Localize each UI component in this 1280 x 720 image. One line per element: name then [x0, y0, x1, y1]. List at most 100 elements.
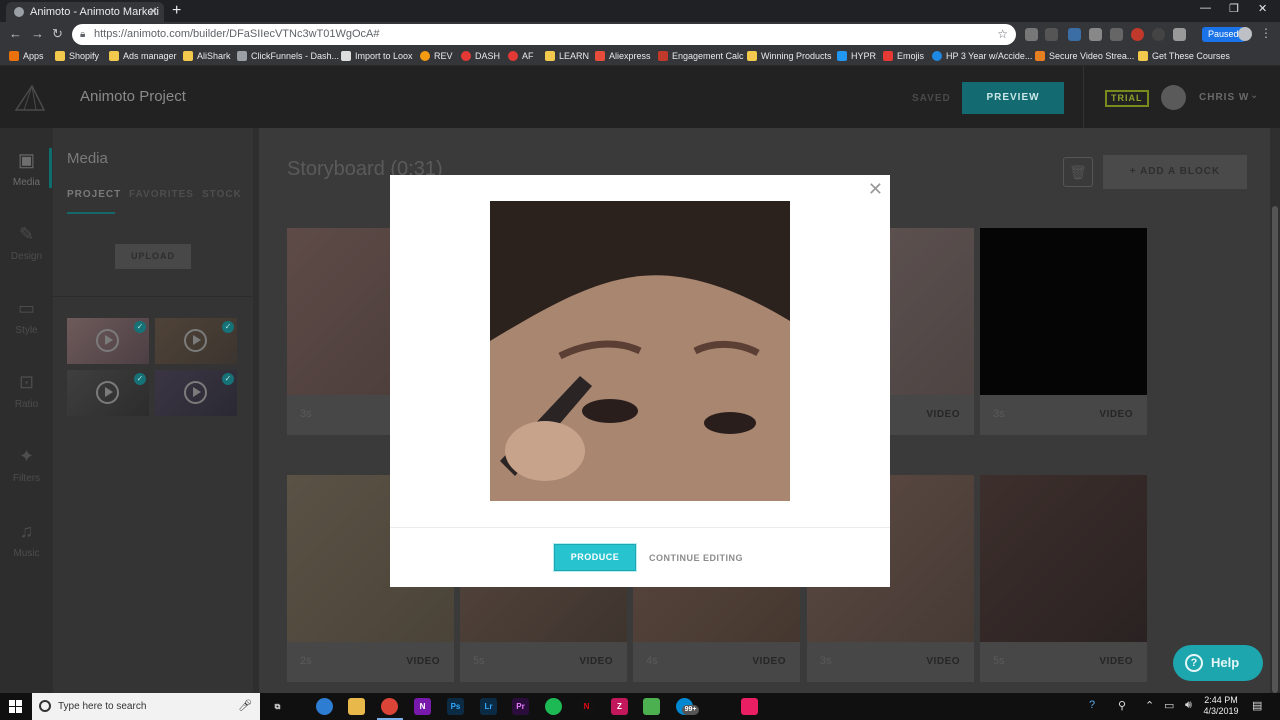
rail-item-music[interactable]: ♫ Music: [0, 521, 53, 581]
browser-menu-icon[interactable]: ⋮: [1260, 26, 1272, 40]
address-bar[interactable]: 🔒︎ https://animoto.com/builder/DFaSIIecV…: [72, 24, 1016, 45]
help-button[interactable]: ? Help: [1173, 645, 1263, 681]
upload-button[interactable]: UPLOAD: [115, 244, 191, 269]
app-icon[interactable]: [643, 698, 660, 715]
rail-item-ratio[interactable]: ⊡ Ratio: [0, 372, 53, 432]
app-icon[interactable]: [316, 698, 333, 715]
media-thumbnail[interactable]: ✓: [155, 370, 237, 416]
user-name[interactable]: CHRIS W: [1199, 92, 1249, 103]
rail-label: Design: [10, 251, 43, 262]
chevron-up-icon[interactable]: ⌃: [1145, 699, 1154, 712]
minimize-icon[interactable]: —: [1200, 2, 1211, 14]
rail-item-design[interactable]: ✎ Design: [0, 224, 53, 284]
bookmark-item[interactable]: Secure Video Strea...: [1035, 50, 1134, 63]
onenote-icon[interactable]: N: [414, 698, 431, 715]
bookmark-item[interactable]: ClickFunnels - Dash...: [237, 50, 339, 63]
tab-stock[interactable]: STOCK: [202, 189, 242, 200]
people-icon[interactable]: ⚲: [1118, 699, 1126, 712]
bookmark-item[interactable]: REV: [420, 50, 453, 63]
tab-favorites[interactable]: FAVORITES: [129, 189, 194, 200]
storyboard-block[interactable]: 5s VIDEO: [980, 475, 1147, 682]
close-icon[interactable]: ✕: [868, 179, 883, 200]
extension-icon[interactable]: [1110, 28, 1123, 41]
media-thumbnail[interactable]: ✓: [67, 318, 149, 364]
notification-count-badge: 99+: [682, 705, 699, 715]
bookmark-item[interactable]: Ads manager: [109, 50, 177, 63]
back-icon[interactable]: ←: [9, 26, 22, 41]
bookmark-item[interactable]: HYPR: [837, 50, 876, 63]
forward-icon[interactable]: →: [31, 26, 44, 41]
trash-icon[interactable]: 🗑︎: [1063, 157, 1093, 187]
storyboard-block[interactable]: 3s VIDEO: [980, 228, 1147, 435]
extension-icon[interactable]: [1131, 28, 1144, 41]
bookmark-item[interactable]: HP 3 Year w/Accide...: [932, 50, 1032, 63]
avatar[interactable]: [1161, 85, 1186, 110]
bookmark-item[interactable]: Aliexpress: [595, 50, 651, 63]
extension-icon[interactable]: [1089, 28, 1102, 41]
file-explorer-icon[interactable]: [348, 698, 365, 715]
battery-icon[interactable]: ▭: [1164, 699, 1174, 712]
scrollbar-thumb[interactable]: [1272, 206, 1278, 693]
tab-close-icon[interactable]: ✕: [149, 2, 158, 22]
bookmark-item[interactable]: AF: [508, 50, 534, 63]
new-tab-icon[interactable]: +: [172, 2, 181, 20]
media-thumbnail[interactable]: ✓: [67, 370, 149, 416]
preview-button[interactable]: PREVIEW: [962, 82, 1064, 114]
windows-taskbar: Type here to search 🎤︎ ⧉ N Ps Lr Pr N Z …: [0, 693, 1280, 720]
task-view-icon[interactable]: ⧉: [269, 698, 286, 715]
bookmark-star-icon[interactable]: ☆: [997, 24, 1008, 45]
bookmark-item[interactable]: Emojis: [883, 50, 924, 63]
taskbar-search-input[interactable]: Type here to search 🎤︎: [32, 693, 260, 720]
project-title[interactable]: Animoto Project: [80, 88, 186, 105]
app-icon[interactable]: [741, 698, 758, 715]
chevron-down-icon[interactable]: ⌄: [1250, 90, 1258, 101]
bookmark-item[interactable]: Shopify: [55, 50, 99, 63]
produce-button[interactable]: PRODUCE: [554, 544, 636, 571]
video-preview[interactable]: [490, 201, 790, 501]
photoshop-icon[interactable]: Ps: [447, 698, 464, 715]
premiere-icon[interactable]: Pr: [512, 698, 529, 715]
media-thumbnail[interactable]: ✓: [155, 318, 237, 364]
extension-icon[interactable]: [1068, 28, 1081, 41]
maximize-icon[interactable]: ❐: [1229, 2, 1239, 15]
app-icon[interactable]: Z: [611, 698, 628, 715]
profile-icon[interactable]: [1238, 27, 1252, 41]
rail-item-style[interactable]: ▭ Style: [0, 298, 53, 358]
tab-project[interactable]: PROJECT: [67, 189, 121, 200]
bookmark-item[interactable]: LEARN: [545, 50, 589, 63]
rail-item-filters[interactable]: ✦ Filters: [0, 446, 53, 506]
spotify-icon[interactable]: [545, 698, 562, 715]
continue-editing-link[interactable]: CONTINUE EDITING: [649, 553, 743, 563]
bookmark-item[interactable]: Winning Products: [747, 50, 832, 63]
help-tray-icon[interactable]: ?: [1089, 699, 1095, 711]
lightroom-icon[interactable]: Lr: [480, 698, 497, 715]
brush-icon: ✎: [18, 224, 35, 244]
windows-start-icon[interactable]: [9, 700, 22, 713]
storyboard-scrollbar[interactable]: [1270, 128, 1280, 693]
block-duration: 5s: [473, 655, 485, 667]
extension-icon[interactable]: [1025, 28, 1038, 41]
chrome-icon[interactable]: [381, 698, 398, 715]
zoom-icon[interactable]: [1045, 28, 1058, 41]
animoto-logo-icon[interactable]: [14, 84, 46, 112]
bookmark-item[interactable]: AliShark: [183, 50, 231, 63]
bookmark-item[interactable]: Import to Loox: [341, 50, 413, 63]
browser-tab[interactable]: Animoto - Animoto Marketi ✕: [6, 2, 164, 22]
extension-icon[interactable]: [1173, 28, 1186, 41]
bookmark-item[interactable]: Apps: [9, 50, 44, 63]
netflix-icon[interactable]: N: [578, 698, 595, 715]
extension-icon[interactable]: [1152, 28, 1165, 41]
volume-icon[interactable]: 🔊︎: [1185, 699, 1192, 712]
add-block-label: ADD A BLOCK: [1139, 166, 1221, 177]
microphone-icon[interactable]: 🎤︎: [238, 693, 252, 720]
action-center-icon[interactable]: ▤: [1252, 699, 1262, 712]
reload-icon[interactable]: ↻: [52, 26, 63, 42]
rail-item-media[interactable]: ▣ Media: [0, 150, 53, 210]
bookmark-item[interactable]: Engagement Calc: [658, 50, 744, 63]
bookmark-item[interactable]: Get These Courses: [1138, 50, 1230, 63]
window-close-icon[interactable]: ✕: [1258, 2, 1267, 15]
taskbar-clock[interactable]: 2:44 PM 4/3/2019: [1196, 695, 1246, 717]
add-block-button[interactable]: + ADD A BLOCK: [1103, 155, 1247, 189]
trial-badge[interactable]: TRIAL: [1105, 90, 1149, 107]
bookmark-item[interactable]: DASH: [461, 50, 500, 63]
